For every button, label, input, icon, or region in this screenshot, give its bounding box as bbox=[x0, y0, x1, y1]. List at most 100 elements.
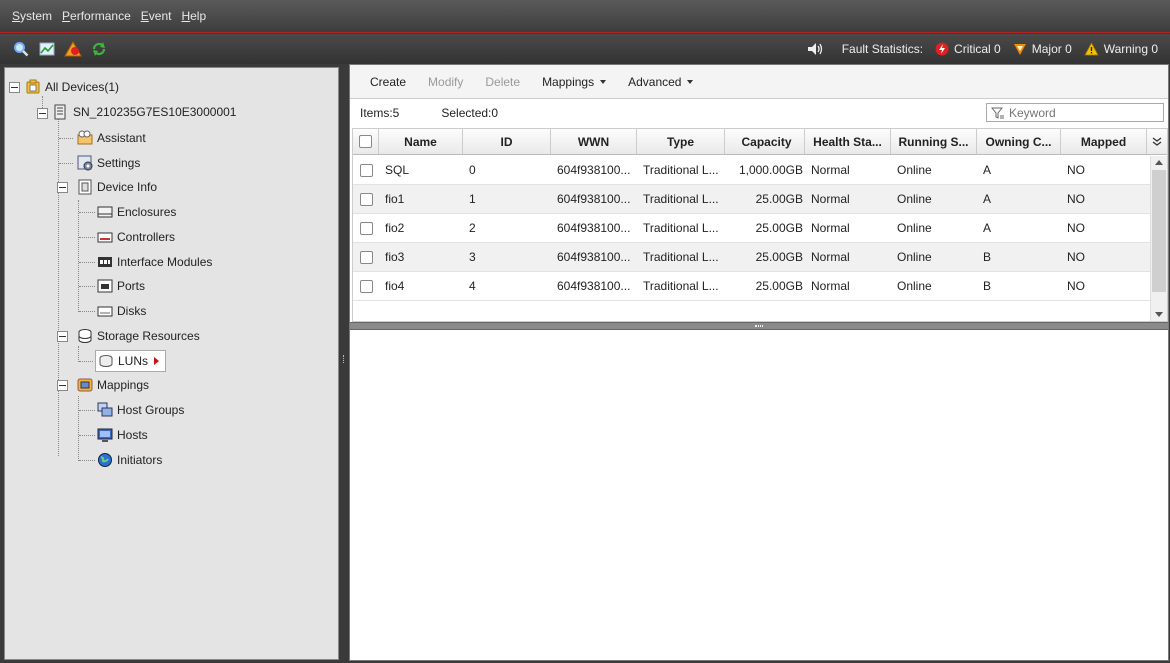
critical-count[interactable]: Critical 0 bbox=[935, 42, 1001, 56]
tree-item-initiators[interactable]: Initiators bbox=[97, 450, 162, 470]
table-row[interactable]: fio3 3 604f938100... Traditional L... 25… bbox=[353, 243, 1150, 272]
row-checkbox[interactable] bbox=[359, 163, 373, 177]
select-all-cell bbox=[353, 129, 379, 154]
keyword-search[interactable] bbox=[986, 103, 1164, 122]
delete-button[interactable]: Delete bbox=[485, 75, 520, 89]
splitter-grip[interactable] bbox=[755, 325, 763, 327]
menu-event[interactable]: Event bbox=[141, 9, 172, 23]
search-icon[interactable] bbox=[12, 40, 30, 58]
tree-item-host-groups[interactable]: Host Groups bbox=[97, 400, 184, 420]
row-checkbox[interactable] bbox=[359, 250, 373, 264]
tree-item-label: Device Info bbox=[97, 180, 158, 194]
select-all-checkbox[interactable] bbox=[359, 135, 372, 148]
toolbar: Fault Statistics: Critical 0 Major 0 War… bbox=[0, 34, 1170, 64]
more-columns-icon[interactable] bbox=[1147, 129, 1167, 154]
cell-running-status: Online bbox=[897, 163, 932, 177]
cell-wwn: 604f938100... bbox=[557, 192, 631, 206]
monitor-chart-icon[interactable] bbox=[38, 40, 56, 58]
collapse-toggle-device-info[interactable] bbox=[57, 182, 68, 193]
column-header-capacity[interactable]: Capacity bbox=[725, 129, 805, 154]
filter-icon bbox=[991, 107, 1004, 119]
table-header: Name ID WWN Type Capacity Health Sta... … bbox=[353, 129, 1167, 155]
major-count[interactable]: Major 0 bbox=[1013, 42, 1072, 56]
tree-connector bbox=[78, 396, 79, 461]
row-checkbox[interactable] bbox=[359, 192, 373, 206]
tree-item-luns[interactable]: LUNs bbox=[95, 350, 167, 372]
tree-item-device[interactable]: SN_210235G7ES10E3000001 bbox=[53, 102, 236, 122]
collapse-toggle-all-devices[interactable] bbox=[9, 82, 20, 93]
modify-button[interactable]: Modify bbox=[428, 75, 463, 89]
cell-running-status: Online bbox=[897, 192, 932, 206]
menu-performance-label: erformance bbox=[70, 9, 131, 23]
menu-system-mnemonic: S bbox=[12, 9, 21, 23]
column-header-owning-controller[interactable]: Owning C... bbox=[977, 129, 1061, 154]
cell-health-status: Normal bbox=[811, 279, 850, 293]
column-header-id[interactable]: ID bbox=[463, 129, 551, 154]
column-header-running-status[interactable]: Running S... bbox=[891, 129, 977, 154]
tree-item-label: Mappings bbox=[97, 378, 150, 392]
tree-item-assistant[interactable]: Assistant bbox=[77, 128, 146, 148]
controller-icon bbox=[97, 229, 113, 245]
menu-system[interactable]: System bbox=[12, 9, 52, 23]
speaker-icon[interactable] bbox=[807, 42, 830, 56]
menu-help[interactable]: Help bbox=[181, 9, 206, 23]
table-scrollbar[interactable] bbox=[1150, 156, 1167, 321]
tree-item-all-devices[interactable]: All Devices(1) bbox=[25, 77, 119, 97]
tree-item-label: Controllers bbox=[117, 230, 176, 244]
tree-item-label: Interface Modules bbox=[117, 255, 213, 269]
lun-panel: Create Modify Delete Mappings Advanced I… bbox=[349, 64, 1169, 661]
tree-item-mappings[interactable]: Mappings bbox=[77, 375, 149, 395]
create-button[interactable]: Create bbox=[370, 75, 406, 89]
tree-item-storage-resources[interactable]: Storage Resources bbox=[77, 326, 200, 346]
refresh-icon[interactable] bbox=[90, 40, 108, 58]
menu-performance-mnemonic: P bbox=[62, 9, 71, 23]
column-header-mapped[interactable]: Mapped bbox=[1061, 129, 1147, 154]
detail-pane bbox=[350, 331, 1168, 660]
menu-system-label: ystem bbox=[20, 9, 53, 23]
column-header-name[interactable]: Name bbox=[379, 129, 463, 154]
tree-item-controllers[interactable]: Controllers bbox=[97, 227, 175, 247]
vertical-splitter[interactable] bbox=[340, 67, 349, 660]
column-header-health-status[interactable]: Health Sta... bbox=[805, 129, 891, 154]
column-header-wwn[interactable]: WWN bbox=[551, 129, 637, 154]
advanced-dropdown[interactable]: Advanced bbox=[628, 75, 694, 89]
table-row[interactable]: SQL 0 604f938100... Traditional L... 1,0… bbox=[353, 156, 1150, 185]
alarm-icon[interactable] bbox=[64, 40, 82, 58]
collapse-toggle-mappings[interactable] bbox=[57, 380, 68, 391]
scroll-up-icon[interactable] bbox=[1155, 160, 1163, 165]
tree-connector bbox=[79, 435, 95, 436]
tree-item-label: Settings bbox=[97, 156, 141, 170]
cell-running-status: Online bbox=[897, 279, 932, 293]
scroll-down-icon[interactable] bbox=[1155, 312, 1163, 317]
tree-item-device-info[interactable]: Device Info bbox=[77, 177, 157, 197]
tree-item-settings[interactable]: Settings bbox=[77, 153, 140, 173]
table-row[interactable]: fio1 1 604f938100... Traditional L... 25… bbox=[353, 185, 1150, 214]
tree-connector bbox=[59, 138, 73, 139]
row-checkbox-cell bbox=[353, 243, 379, 271]
keyword-input[interactable] bbox=[1009, 105, 1149, 120]
scrollbar-thumb[interactable] bbox=[1152, 170, 1166, 292]
menu-performance[interactable]: Performance bbox=[62, 9, 131, 23]
tree-item-hosts[interactable]: Hosts bbox=[97, 425, 148, 445]
mappings-dropdown[interactable]: Mappings bbox=[542, 75, 607, 89]
table-row[interactable]: fio4 4 604f938100... Traditional L... 25… bbox=[353, 272, 1150, 301]
tree-item-label: Storage Resources bbox=[97, 329, 200, 343]
assistant-icon bbox=[77, 130, 93, 146]
tree-item-enclosures[interactable]: Enclosures bbox=[97, 202, 176, 222]
warning-count[interactable]: Warning 0 bbox=[1084, 42, 1158, 56]
cell-owning-controller: B bbox=[983, 279, 992, 293]
splitter-grip[interactable] bbox=[343, 355, 345, 363]
lun-icon bbox=[98, 353, 114, 369]
tree-item-disks[interactable]: Disks bbox=[97, 301, 146, 321]
row-checkbox[interactable] bbox=[359, 279, 373, 293]
horizontal-splitter[interactable] bbox=[350, 322, 1168, 330]
column-header-type[interactable]: Type bbox=[637, 129, 725, 154]
tree-item-label: Assistant bbox=[97, 131, 146, 145]
collapse-toggle-storage-resources[interactable] bbox=[57, 331, 68, 342]
row-checkbox[interactable] bbox=[359, 221, 373, 235]
collapse-toggle-device[interactable] bbox=[37, 108, 48, 119]
tree-item-ports[interactable]: Ports bbox=[97, 276, 145, 296]
tree-item-interface-modules[interactable]: Interface Modules bbox=[97, 252, 212, 272]
selected-count: Selected:0 bbox=[441, 106, 499, 120]
table-row[interactable]: fio2 2 604f938100... Traditional L... 25… bbox=[353, 214, 1150, 243]
